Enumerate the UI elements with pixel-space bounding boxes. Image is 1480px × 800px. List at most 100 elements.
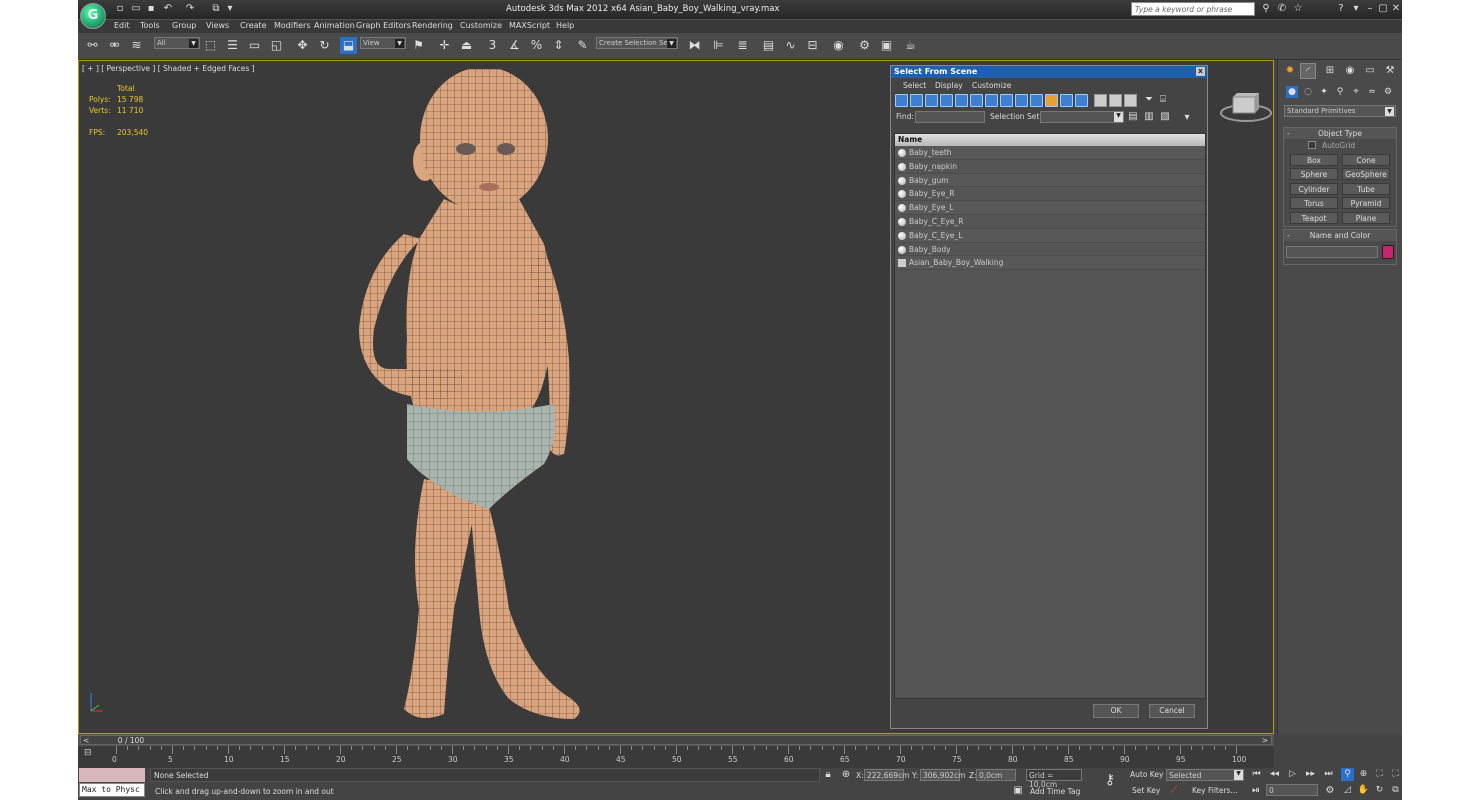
menu-graph-editors[interactable]: Graph Editors xyxy=(356,21,411,30)
rendered-frame-window-icon[interactable]: ▣ xyxy=(878,37,895,54)
snaps-toggle-icon[interactable]: 3 xyxy=(484,37,501,54)
maxscript-listener-output[interactable] xyxy=(79,768,145,782)
scene-object-row[interactable]: Baby_gum xyxy=(895,173,1205,188)
scene-object-row[interactable]: Baby_C_Eye_R xyxy=(895,215,1205,229)
new-file-icon[interactable]: ▫ xyxy=(114,3,126,15)
display-all-icon[interactable] xyxy=(1075,94,1088,107)
menu-animation[interactable]: Animation xyxy=(314,21,355,30)
filter-funnel-icon[interactable]: ⏷ xyxy=(1143,94,1155,106)
selection-lock-icon[interactable]: 🔒︎ xyxy=(822,769,834,781)
display-xrefs-icon[interactable] xyxy=(1000,94,1013,107)
spinner-snap-icon[interactable]: ⇕ xyxy=(550,37,567,54)
help-icon[interactable]: ? xyxy=(1335,3,1347,15)
cancel-button[interactable]: Cancel xyxy=(1149,704,1195,718)
display-spacewarps-icon[interactable] xyxy=(970,94,983,107)
open-file-icon[interactable]: ▭ xyxy=(130,3,142,15)
next-frame-icon[interactable]: ▸▸ xyxy=(1304,768,1317,781)
create-tab-sun-icon[interactable]: ✹ xyxy=(1282,63,1298,79)
go-to-end-icon[interactable]: ⏭ xyxy=(1322,768,1335,781)
z-coordinate-field[interactable]: 0,0cm xyxy=(976,769,1016,781)
undo-icon[interactable]: ↶ xyxy=(162,3,174,15)
time-slider[interactable]: < 0 / 100 > xyxy=(80,735,1272,745)
angle-snap-icon[interactable]: ∡ xyxy=(506,37,523,54)
reference-coordinate-dropdown[interactable]: View ▼ xyxy=(360,37,406,49)
play-icon[interactable]: ▷ xyxy=(1286,768,1299,781)
zoom-extents-all-icon[interactable]: ⛶ xyxy=(1389,768,1402,781)
favorites-star-icon[interactable]: ☆ xyxy=(1292,3,1304,15)
time-tag-icon[interactable]: ▣ xyxy=(1012,785,1024,797)
maximize-viewport-icon[interactable]: ⧉ xyxy=(1389,784,1402,797)
key-set-dropdown[interactable]: Selected ▼ xyxy=(1166,769,1244,781)
field-of-view-icon[interactable]: ◿ xyxy=(1341,784,1354,797)
spacewarps-category-icon[interactable]: ≈ xyxy=(1366,86,1378,98)
app-logo-icon[interactable]: G xyxy=(80,3,106,29)
graphite-ribbon-icon[interactable]: ▤ xyxy=(760,37,777,54)
go-to-start-icon[interactable]: ⏮ xyxy=(1250,768,1263,781)
mini-curve-editor-icon[interactable]: ⊟ xyxy=(84,748,100,760)
menu-create[interactable]: Create xyxy=(240,21,267,30)
scene-object-row[interactable]: Baby_napkin xyxy=(895,160,1205,174)
object-name-input[interactable] xyxy=(1286,246,1378,258)
track-bar[interactable]: ⊟ 0 5 10 15 20 25 30 35 40 45 50 55 60 65 70 75 80 85 90 95… xyxy=(78,746,1274,768)
scene-object-row[interactable]: Baby_Eye_R xyxy=(895,187,1205,202)
display-containers-icon[interactable] xyxy=(1030,94,1043,107)
torus-button[interactable]: Torus xyxy=(1290,197,1338,209)
panel-options-icon[interactable]: ▾ xyxy=(1181,112,1193,124)
invert-display-icon[interactable] xyxy=(1109,94,1122,107)
material-editor-icon[interactable]: ◉ xyxy=(830,37,847,54)
display-none-icon[interactable] xyxy=(1094,94,1107,107)
geosphere-button[interactable]: GeoSphere xyxy=(1342,168,1390,180)
selection-set-dropdown[interactable]: ▼ xyxy=(1040,111,1124,123)
cameras-category-icon[interactable]: ⚲ xyxy=(1334,86,1346,98)
menu-help[interactable]: Help xyxy=(556,21,574,30)
object-color-swatch[interactable] xyxy=(1382,245,1394,259)
list-header-name[interactable]: Name xyxy=(895,134,1205,146)
display-helpers-icon[interactable] xyxy=(955,94,968,107)
select-invert-list-icon[interactable]: ▧ xyxy=(1159,111,1171,123)
teapot-button[interactable]: Teapot xyxy=(1290,212,1338,224)
scene-object-row[interactable]: Baby_teeth xyxy=(895,146,1205,160)
maxscript-mini-listener[interactable]: Max to Physc xyxy=(79,783,145,797)
select-manipulate-icon[interactable]: ✛ xyxy=(436,37,453,54)
menu-group[interactable]: Group xyxy=(172,21,196,30)
communication-center-icon[interactable]: ✆ xyxy=(1276,3,1288,15)
object-type-header[interactable]: - Object Type xyxy=(1284,128,1396,139)
time-slider-thumb[interactable]: 0 / 100 xyxy=(111,736,151,745)
auto-key-button[interactable]: Auto Key xyxy=(1130,770,1163,779)
shapes-category-icon[interactable]: ◌ xyxy=(1302,86,1314,98)
time-slider-next-icon[interactable]: > xyxy=(1262,736,1268,745)
time-configuration-icon[interactable]: ⚙ xyxy=(1324,785,1336,797)
cone-button[interactable]: Cone xyxy=(1342,154,1390,166)
utilities-tab-hammer-icon[interactable]: ⚒ xyxy=(1382,63,1398,79)
name-and-color-header[interactable]: - Name and Color xyxy=(1284,230,1396,241)
select-none-list-icon[interactable]: ▥ xyxy=(1143,111,1155,123)
quick-access-dropdown-icon[interactable]: ▾ xyxy=(224,3,236,15)
current-frame-field[interactable]: 0 xyxy=(1266,784,1318,796)
display-shapes-icon[interactable] xyxy=(910,94,923,107)
render-setup-icon[interactable]: ⚙ xyxy=(856,37,873,54)
pivot-center-icon[interactable]: ⚑ xyxy=(410,37,427,54)
orbit-icon[interactable]: ↻ xyxy=(1373,784,1386,797)
cylinder-button[interactable]: Cylinder xyxy=(1290,183,1338,195)
menu-tools[interactable]: Tools xyxy=(140,21,160,30)
baby-wireframe-model[interactable] xyxy=(349,69,669,729)
menu-customize[interactable]: Customize xyxy=(460,21,502,30)
set-key-icon[interactable]: ⚷ xyxy=(1104,773,1116,787)
redo-icon[interactable]: ↷ xyxy=(184,3,196,15)
dialog-title-bar[interactable]: Select From Scene x xyxy=(891,66,1207,78)
filter-options-icon[interactable]: ⌸ xyxy=(1157,94,1169,106)
mirror-icon[interactable]: ⧓ xyxy=(686,37,703,54)
display-groups-icon[interactable] xyxy=(985,94,998,107)
zoom-all-icon[interactable]: ⊕ xyxy=(1357,768,1370,781)
rectangular-selection-icon[interactable]: ▭ xyxy=(246,37,263,54)
modify-tab-icon[interactable]: ◜ xyxy=(1300,63,1316,79)
menu-modifiers[interactable]: Modifiers xyxy=(274,21,311,30)
display-hidden-icon[interactable] xyxy=(1060,94,1073,107)
project-folder-icon[interactable]: ⧉ xyxy=(210,3,222,15)
display-geometry-icon[interactable] xyxy=(895,94,908,107)
display-bones-icon[interactable] xyxy=(1015,94,1028,107)
zoom-extents-icon[interactable]: ⛶ xyxy=(1373,768,1386,781)
display-cameras-icon[interactable] xyxy=(940,94,953,107)
help-search-input[interactable]: Type a keyword or phrase xyxy=(1131,2,1255,16)
time-slider-prev-icon[interactable]: < xyxy=(83,736,89,745)
